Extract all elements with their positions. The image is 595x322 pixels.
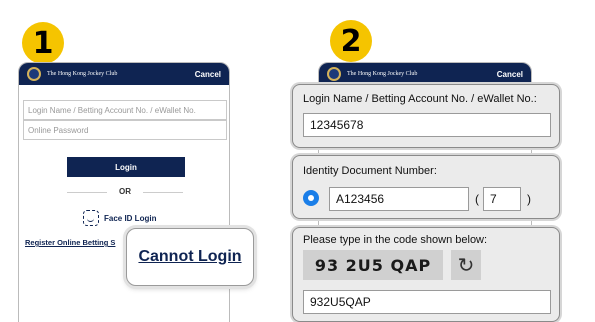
org-name-2: The Hong Kong Jockey Club	[347, 71, 418, 77]
id-document-group: Identity Document Number: A123456 ( 7 )	[292, 155, 560, 219]
check-digit-close: )	[527, 192, 531, 206]
check-digit-open: (	[475, 192, 479, 206]
step-2-badge: 2	[330, 20, 372, 62]
or-divider: OR	[19, 187, 229, 196]
password-input[interactable]: Online Password	[23, 120, 227, 140]
cancel-button[interactable]: Cancel	[195, 70, 221, 79]
login-name-input[interactable]: Login Name / Betting Account No. / eWall…	[23, 100, 227, 120]
cannot-login-callout[interactable]: Cannot Login	[126, 228, 254, 286]
id-document-label: Identity Document Number:	[303, 165, 437, 177]
register-link[interactable]: Register Online Betting S	[25, 238, 115, 247]
face-id-label: Face ID Login	[104, 213, 157, 223]
jockey-club-logo-icon-2	[327, 67, 341, 81]
captcha-input[interactable]: 932U5QAP	[303, 290, 551, 314]
captcha-label: Please type in the code shown below:	[303, 234, 488, 246]
recovery-login-name-input[interactable]: 12345678	[303, 113, 551, 137]
cannot-login-link[interactable]: Cannot Login	[138, 248, 241, 266]
step-2-number: 2	[340, 23, 362, 59]
captcha-group: Please type in the code shown below: 93 …	[292, 227, 560, 322]
id-number-input[interactable]: A123456	[329, 187, 469, 211]
step-1-number: 1	[32, 25, 54, 61]
top-bar-2: The Hong Kong Jockey Club Cancel	[319, 63, 531, 85]
top-bar: The Hong Kong Jockey Club Cancel	[19, 63, 229, 85]
captcha-image: 93 2U5 QAP	[303, 250, 443, 280]
check-digit-input[interactable]: 7	[483, 187, 521, 211]
refresh-icon[interactable]: ↻	[451, 250, 481, 280]
face-id-login-button[interactable]: Face ID Login	[83, 210, 156, 226]
cancel-button-2[interactable]: Cancel	[497, 70, 523, 79]
login-name-label: Login Name / Betting Account No. / eWall…	[303, 93, 537, 105]
login-button[interactable]: Login	[67, 157, 185, 177]
id-type-radio[interactable]	[303, 190, 319, 206]
face-id-icon	[83, 210, 99, 226]
jockey-club-logo-icon	[27, 67, 41, 81]
step-1-badge: 1	[22, 22, 64, 64]
login-name-group: Login Name / Betting Account No. / eWall…	[292, 84, 560, 148]
org-name: The Hong Kong Jockey Club	[47, 71, 118, 77]
